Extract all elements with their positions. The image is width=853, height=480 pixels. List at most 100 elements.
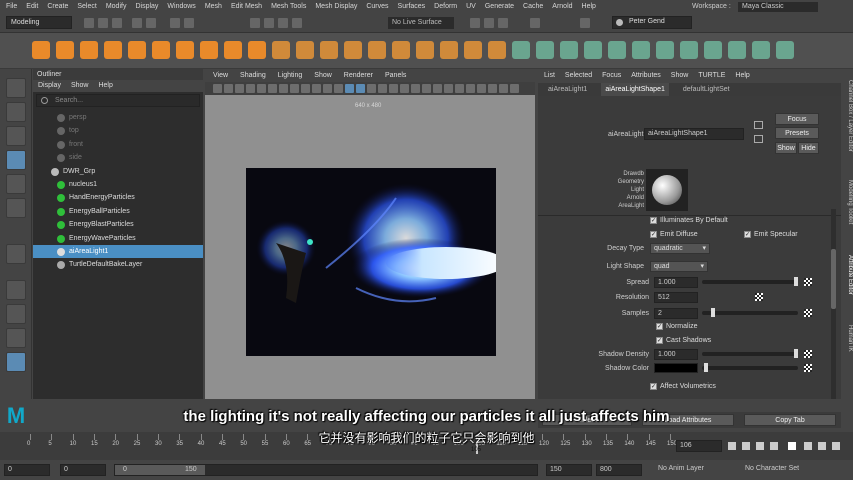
outliner-search-input[interactable]: Search... bbox=[36, 94, 200, 107]
menu-mesh[interactable]: Mesh bbox=[205, 3, 222, 10]
menu-file[interactable]: File bbox=[6, 3, 17, 10]
shadow-density-map-button[interactable] bbox=[804, 350, 812, 358]
render-settings-icon[interactable] bbox=[498, 18, 508, 28]
render-frame-icon[interactable] bbox=[470, 18, 480, 28]
viewport-tool-icon[interactable] bbox=[268, 84, 277, 93]
shelf-smooth-icon[interactable] bbox=[344, 41, 362, 59]
side-tab-channel-box[interactable]: Channel Box / Layer Editor bbox=[841, 80, 853, 152]
live-surface-field[interactable]: No Live Surface bbox=[388, 17, 454, 29]
viewport-tool-icon[interactable] bbox=[466, 84, 475, 93]
viewport-tool-icon[interactable] bbox=[411, 84, 420, 93]
snap-curve-icon[interactable] bbox=[264, 18, 274, 28]
samples-map-button[interactable] bbox=[804, 309, 812, 317]
menu-select[interactable]: Select bbox=[77, 3, 96, 10]
normalize-checkbox[interactable]: ✓ bbox=[656, 323, 663, 330]
shelf-target-weld-icon[interactable] bbox=[512, 41, 530, 59]
ae-menu-show[interactable]: Show bbox=[671, 69, 689, 83]
presets-button[interactable]: Presets bbox=[775, 127, 819, 139]
outliner-item[interactable]: EnergyBlastParticles bbox=[33, 218, 203, 231]
copy-node-icon[interactable] bbox=[754, 135, 763, 143]
shadow-color-slider[interactable] bbox=[702, 366, 798, 370]
viewport-tool-icon[interactable] bbox=[224, 84, 233, 93]
rotate-tool-icon[interactable] bbox=[6, 174, 26, 194]
shadow-color-map-button[interactable] bbox=[804, 364, 812, 372]
menu-curves[interactable]: Curves bbox=[366, 3, 388, 10]
undo-icon[interactable] bbox=[132, 18, 142, 28]
spread-field[interactable]: 1.000 bbox=[654, 277, 698, 288]
shelf-cone-icon[interactable] bbox=[104, 41, 122, 59]
samples-field[interactable]: 2 bbox=[654, 308, 698, 319]
viewport-tool-icon[interactable] bbox=[477, 84, 486, 93]
side-tab-modelling-toolkit[interactable]: Modelling Toolkit bbox=[841, 180, 853, 224]
snap-grid-icon[interactable] bbox=[250, 18, 260, 28]
viewport-tool-icon[interactable] bbox=[433, 84, 442, 93]
hypershade-icon[interactable] bbox=[530, 18, 540, 28]
menu-deform[interactable]: Deform bbox=[434, 3, 457, 10]
ipr-render-icon[interactable] bbox=[484, 18, 494, 28]
viewport-tool-icon[interactable] bbox=[422, 84, 431, 93]
viewport-tool-icon[interactable] bbox=[389, 84, 398, 93]
outliner-item[interactable]: TurtleDefaultBakeLayer bbox=[33, 258, 203, 271]
tab-aiarealight1[interactable]: aiAreaLight1 bbox=[548, 83, 587, 96]
viewport-tool-icon[interactable] bbox=[279, 84, 288, 93]
menu-mesh-display[interactable]: Mesh Display bbox=[315, 3, 357, 10]
shelf-sew-uv-icon[interactable] bbox=[728, 41, 746, 59]
menu-mesh-tools[interactable]: Mesh Tools bbox=[271, 3, 306, 10]
scrollbar-thumb[interactable] bbox=[831, 249, 836, 309]
shelf-type-icon[interactable] bbox=[224, 41, 242, 59]
shelf-sphere-icon[interactable] bbox=[32, 41, 50, 59]
menu-surfaces[interactable]: Surfaces bbox=[398, 3, 426, 10]
emit-specular-checkbox[interactable]: ✓ bbox=[744, 231, 751, 238]
workspace-select[interactable]: Maya Classic bbox=[738, 2, 818, 12]
outliner-item[interactable]: EnergyBallParticles bbox=[33, 205, 203, 218]
spread-slider[interactable] bbox=[702, 280, 798, 284]
viewport-tool-icon[interactable] bbox=[312, 84, 321, 93]
outliner-item[interactable]: EnergyWaveParticles bbox=[33, 232, 203, 245]
ae-menu-attributes[interactable]: Attributes bbox=[631, 69, 661, 83]
outliner-item[interactable]: front bbox=[33, 138, 203, 151]
ae-menu-help[interactable]: Help bbox=[735, 69, 749, 83]
side-tab-attribute-editor[interactable]: Attribute Editor bbox=[841, 255, 853, 295]
ae-menu-focus[interactable]: Focus bbox=[602, 69, 621, 83]
viewport-tool-icon[interactable] bbox=[246, 84, 255, 93]
start-time-field[interactable]: 0 bbox=[4, 464, 50, 476]
viewport-tool-icon[interactable] bbox=[444, 84, 453, 93]
shelf-insert-edge-loop-icon[interactable] bbox=[464, 41, 482, 59]
viewport-menu-shading[interactable]: Shading bbox=[240, 69, 266, 82]
shelf-rotate-uv-icon[interactable] bbox=[752, 41, 770, 59]
select-hierarchy-icon[interactable] bbox=[170, 18, 180, 28]
two-view-icon[interactable] bbox=[6, 328, 26, 348]
four-view-icon[interactable] bbox=[6, 304, 26, 324]
viewport-menu-renderer[interactable]: Renderer bbox=[344, 69, 373, 82]
viewport-tool-icon[interactable] bbox=[400, 84, 409, 93]
outliner-item[interactable]: side bbox=[33, 151, 203, 164]
viewport-menu-view[interactable]: View bbox=[213, 69, 228, 82]
ae-menu-turtle[interactable]: TURTLE bbox=[698, 69, 725, 83]
select-tool-icon[interactable] bbox=[6, 78, 26, 98]
emit-diffuse-checkbox[interactable]: ✓ bbox=[650, 231, 657, 238]
viewport-tool-icon[interactable] bbox=[488, 84, 497, 93]
shelf-layout-icon[interactable] bbox=[680, 41, 698, 59]
select-object-icon[interactable] bbox=[184, 18, 194, 28]
menu-create[interactable]: Create bbox=[47, 3, 68, 10]
viewport-tool-icon[interactable] bbox=[334, 84, 343, 93]
light-swatch[interactable] bbox=[646, 169, 688, 211]
outliner-item[interactable]: DWR_Grp bbox=[33, 165, 203, 178]
viewport-tool-icon[interactable] bbox=[213, 84, 222, 93]
shelf-combine-icon[interactable] bbox=[272, 41, 290, 59]
menu-help[interactable]: Help bbox=[582, 3, 596, 10]
shelf-fill-hole-icon[interactable] bbox=[776, 41, 794, 59]
shelf-extrude-icon[interactable] bbox=[416, 41, 434, 59]
outliner-menu-help[interactable]: Help bbox=[98, 80, 112, 92]
menu-cache[interactable]: Cache bbox=[523, 3, 543, 10]
side-tab-human-ik[interactable]: Human IK bbox=[841, 325, 853, 352]
shadow-density-slider-handle[interactable] bbox=[794, 349, 798, 358]
shadow-color-slider-handle[interactable] bbox=[704, 363, 708, 372]
single-view-icon[interactable] bbox=[6, 280, 26, 300]
shelf-unfold-icon[interactable] bbox=[656, 41, 674, 59]
paint-select-icon[interactable] bbox=[6, 126, 26, 146]
outliner-menu-display[interactable]: Display bbox=[38, 80, 61, 92]
shelf-svg-icon[interactable] bbox=[248, 41, 266, 59]
outliner-item[interactable]: aiAreaLight1 bbox=[33, 245, 203, 258]
shelf-cut-uv-icon[interactable] bbox=[704, 41, 722, 59]
